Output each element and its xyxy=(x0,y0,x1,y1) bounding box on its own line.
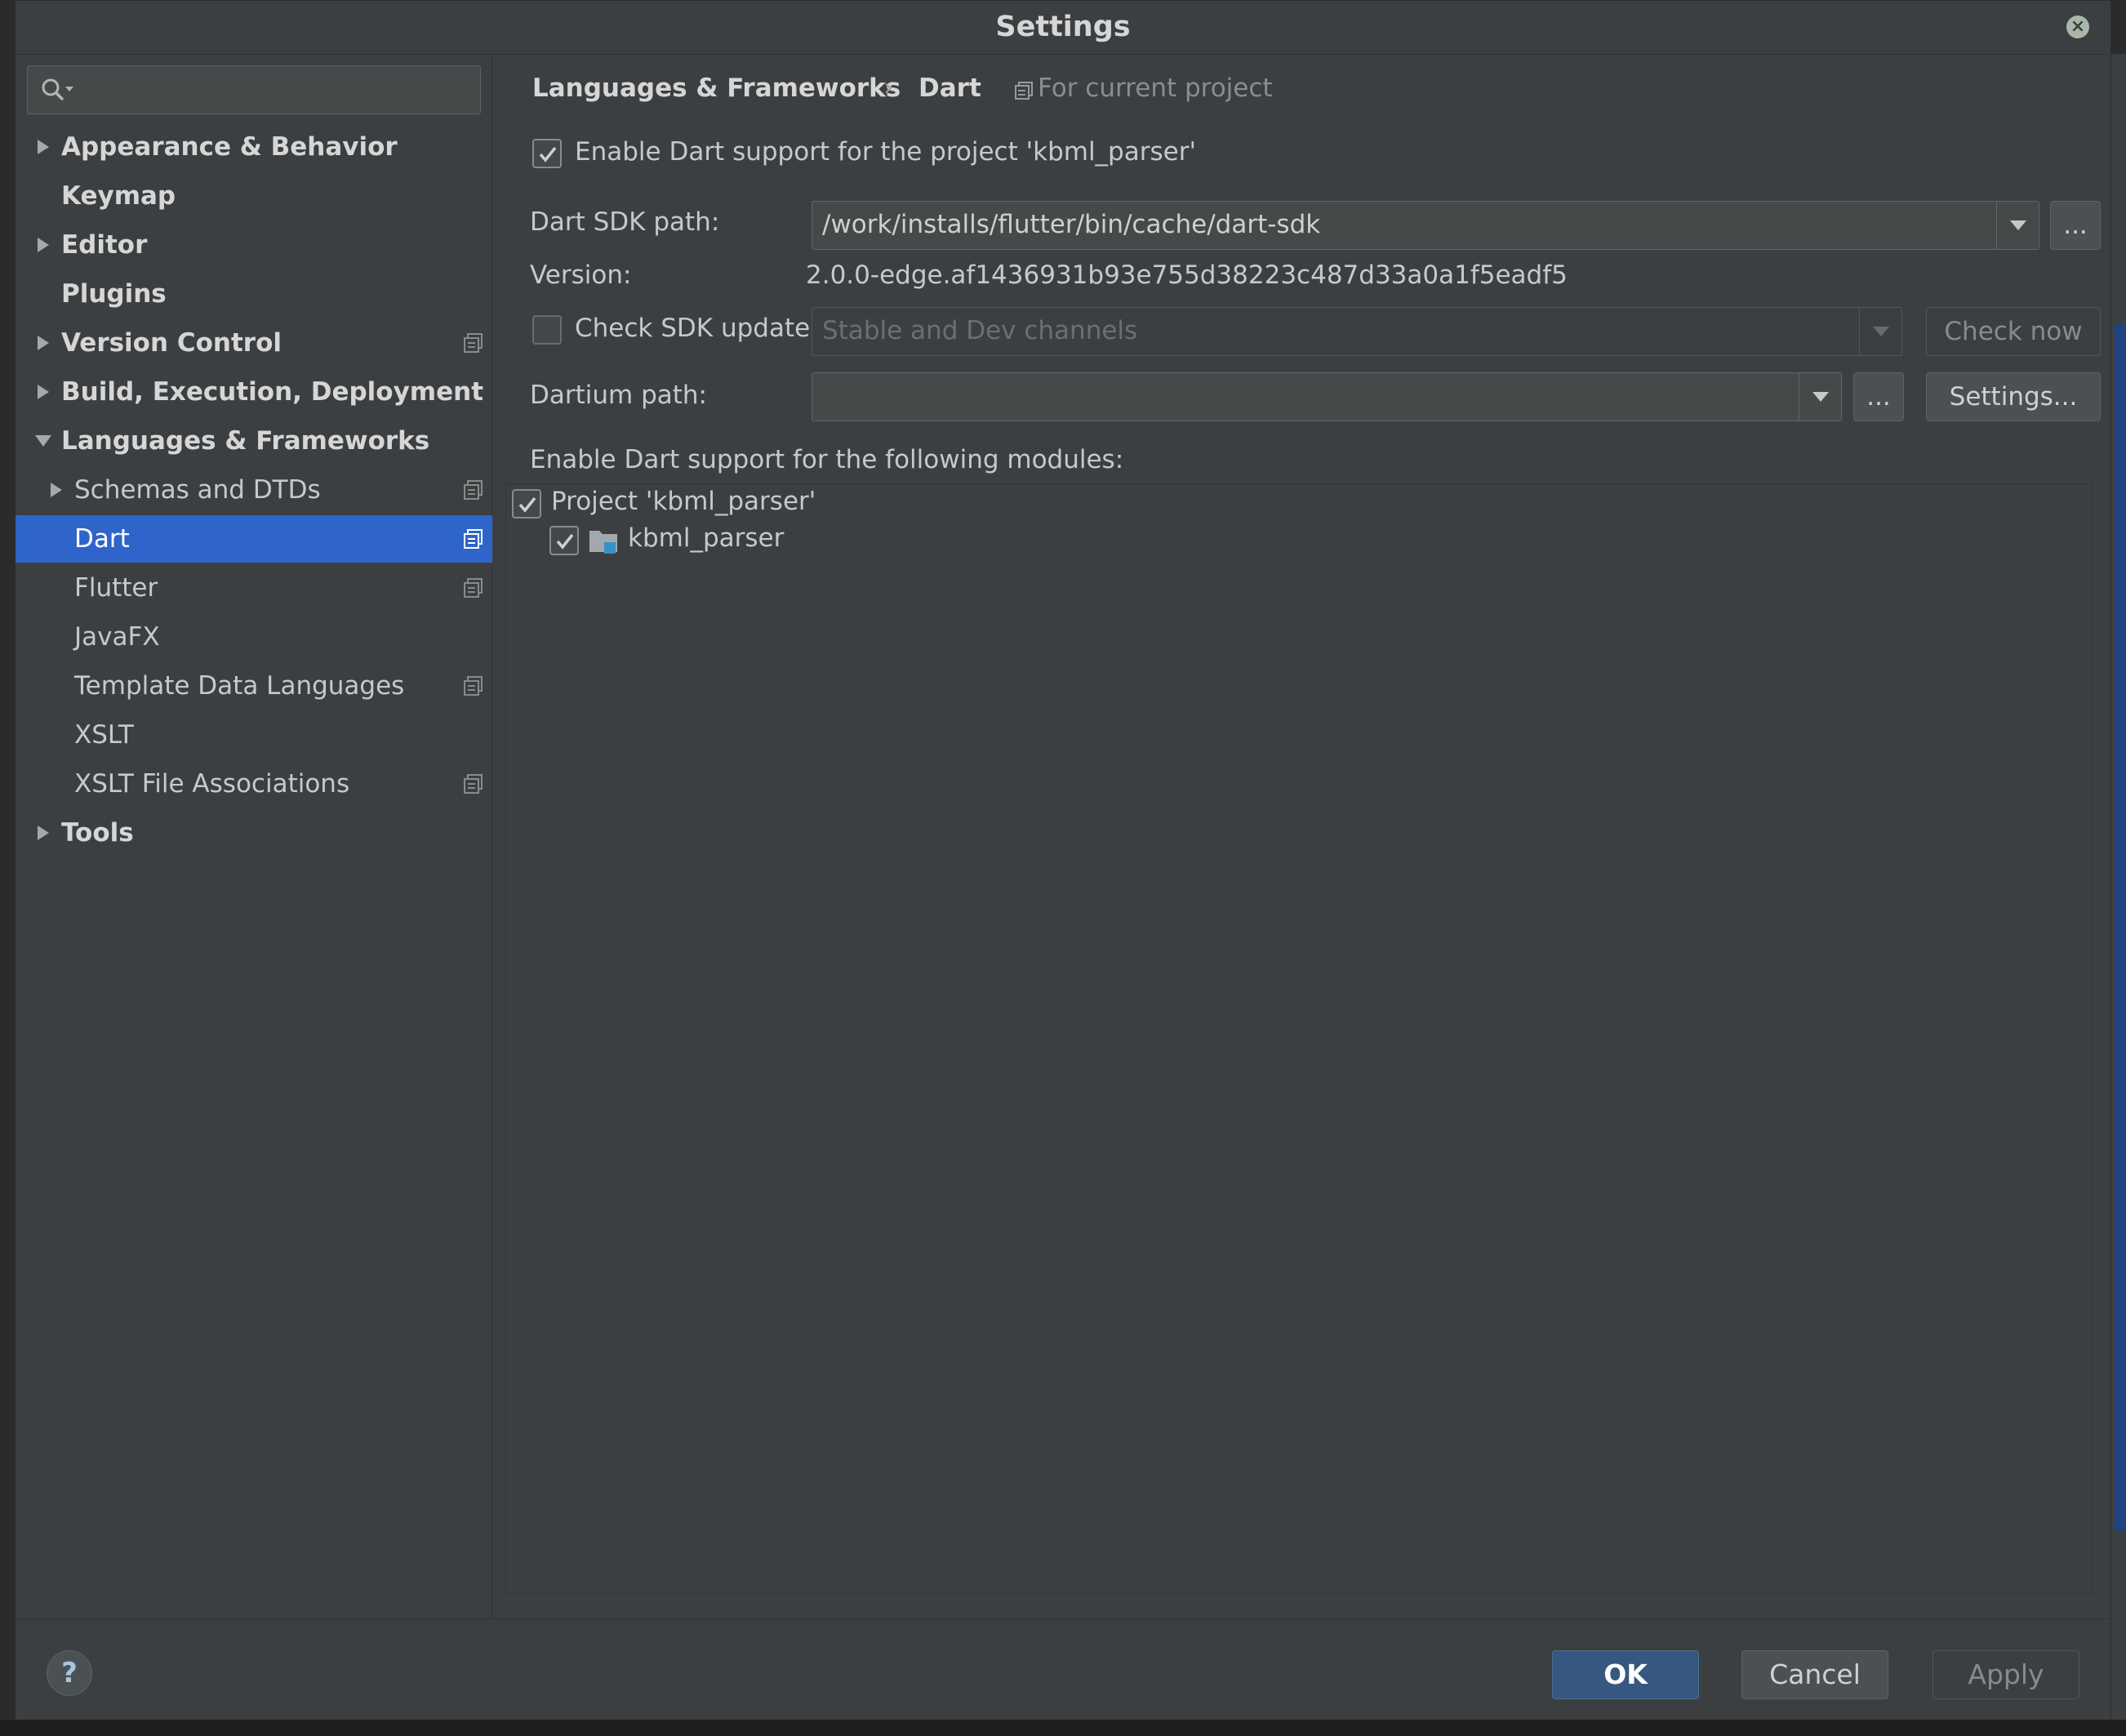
dartium-path-label: Dartium path: xyxy=(530,381,707,410)
enable-dart-label[interactable]: Enable Dart support for the project 'kbm… xyxy=(575,137,1196,167)
modules-section-label: Enable Dart support for the following mo… xyxy=(530,445,1124,474)
sidebar-item-label: Flutter xyxy=(74,573,158,603)
sidebar-item-label: Editor xyxy=(61,230,148,260)
expand-arrow-icon[interactable] xyxy=(33,123,53,171)
sidebar-item-flutter[interactable]: Flutter xyxy=(16,564,492,612)
settings-search-field[interactable] xyxy=(27,65,481,114)
close-button[interactable]: × xyxy=(2066,16,2089,38)
update-channel-value: Stable and Dev channels xyxy=(822,316,1138,345)
breadcrumb-separator-icon: › xyxy=(883,73,893,102)
sidebar-item-editor[interactable]: Editor xyxy=(16,221,492,269)
settings-sidebar: Appearance & Behavior Keymap Editor Plug… xyxy=(16,56,492,1618)
sidebar-item-label: XSLT xyxy=(74,720,134,750)
dropdown-arrow-icon[interactable] xyxy=(1996,202,2039,249)
check-now-button[interactable]: Check now xyxy=(1926,307,2101,356)
sidebar-item-label: Template Data Languages xyxy=(74,671,405,701)
sidebar-item-keymap[interactable]: Keymap xyxy=(16,172,492,220)
project-scope-icon xyxy=(464,480,483,500)
sidebar-item-schemas-dtds[interactable]: Schemas and DTDs xyxy=(16,466,492,514)
settings-dialog: Settings × Appearance & Behavior Keymap … xyxy=(15,0,2111,1720)
module-label-project[interactable]: Project 'kbml_parser' xyxy=(551,487,816,516)
checkmark-icon xyxy=(556,533,574,550)
expand-arrow-icon[interactable] xyxy=(33,221,53,269)
expand-arrow-icon[interactable] xyxy=(33,319,53,367)
dartium-settings-button[interactable]: Settings... xyxy=(1926,372,2101,421)
sidebar-item-appearance-behavior[interactable]: Appearance & Behavior xyxy=(16,123,492,171)
checkmark-icon xyxy=(539,146,557,162)
sdk-browse-button[interactable]: ... xyxy=(2050,201,2101,250)
dropdown-arrow-icon[interactable] xyxy=(1799,373,1841,421)
version-label: Version: xyxy=(530,260,632,290)
sidebar-item-dart[interactable]: Dart xyxy=(16,515,492,563)
sdk-path-value: /work/installs/flutter/bin/cache/dart-sd… xyxy=(822,210,1321,239)
sidebar-item-label: Tools xyxy=(61,818,134,848)
project-scope-icon xyxy=(1015,82,1033,100)
scope-label: For current project xyxy=(1038,73,1273,103)
sidebar-item-plugins[interactable]: Plugins xyxy=(16,270,492,318)
expand-arrow-icon[interactable] xyxy=(47,466,66,514)
check-sdk-update-checkbox[interactable] xyxy=(532,315,562,345)
sidebar-item-xslt[interactable]: XSLT xyxy=(16,711,492,759)
update-channel-select[interactable]: Stable and Dev channels xyxy=(812,307,1902,356)
project-scope-icon xyxy=(464,774,483,794)
project-scope-icon xyxy=(464,578,483,598)
project-scope-icon xyxy=(464,529,483,549)
apply-button[interactable]: Apply xyxy=(1933,1650,2079,1699)
dropdown-arrow-icon[interactable] xyxy=(1859,308,1901,355)
title-bar: Settings × xyxy=(16,1,2110,55)
checkmark-icon xyxy=(518,496,536,513)
module-label-kbml-parser[interactable]: kbml_parser xyxy=(628,523,784,553)
system-taskbar xyxy=(0,1720,2126,1736)
module-checkbox-project[interactable] xyxy=(512,489,541,519)
dialog-footer: ? OK Cancel Apply xyxy=(16,1618,2110,1720)
collapse-arrow-icon[interactable] xyxy=(33,417,53,465)
sidebar-item-label: Plugins xyxy=(61,279,167,309)
sidebar-item-label: Appearance & Behavior xyxy=(61,132,398,162)
sidebar-item-label: JavaFX xyxy=(74,622,160,652)
sidebar-item-javafx[interactable]: JavaFX xyxy=(16,613,492,661)
sidebar-item-label: XSLT File Associations xyxy=(74,769,350,799)
search-icon xyxy=(42,78,73,100)
sidebar-item-label: Languages & Frameworks xyxy=(61,426,430,456)
breadcrumb-parent[interactable]: Languages & Frameworks xyxy=(532,73,901,103)
sidebar-item-tools[interactable]: Tools xyxy=(16,809,492,857)
dart-settings-panel: Languages & Frameworks › Dart For curren… xyxy=(493,56,2112,1618)
sidebar-item-xslt-file-associations[interactable]: XSLT File Associations xyxy=(16,760,492,808)
module-checkbox-kbml-parser[interactable] xyxy=(549,526,579,555)
sidebar-item-label: Build, Execution, Deployment xyxy=(61,377,484,407)
sdk-path-combo[interactable]: /work/installs/flutter/bin/cache/dart-sd… xyxy=(812,201,2039,250)
enable-dart-checkbox[interactable] xyxy=(532,139,562,168)
sidebar-item-label: Keymap xyxy=(61,181,176,211)
ide-selection-strip xyxy=(2115,323,2126,1532)
expand-arrow-icon[interactable] xyxy=(33,368,53,416)
dartium-path-combo[interactable] xyxy=(812,372,1842,421)
help-button[interactable]: ? xyxy=(47,1650,92,1696)
version-value: 2.0.0-edge.af1436931b93e755d38223c487d33… xyxy=(806,260,1568,290)
ide-background-right xyxy=(2110,54,2126,1720)
sidebar-item-label: Version Control xyxy=(61,328,282,358)
sidebar-item-languages-frameworks[interactable]: Languages & Frameworks xyxy=(16,417,492,465)
ok-button[interactable]: OK xyxy=(1552,1650,1699,1699)
sidebar-item-label: Dart xyxy=(74,524,130,554)
dialog-title: Settings xyxy=(995,11,1131,43)
check-sdk-update-label[interactable]: Check SDK update: xyxy=(575,314,819,343)
breadcrumb-current: Dart xyxy=(918,73,981,103)
close-icon: × xyxy=(2070,16,2086,37)
cancel-button[interactable]: Cancel xyxy=(1741,1650,1888,1699)
dartium-browse-button[interactable]: ... xyxy=(1853,372,1904,421)
sidebar-item-template-data-languages[interactable]: Template Data Languages xyxy=(16,662,492,710)
sidebar-item-label: Schemas and DTDs xyxy=(74,475,321,505)
project-scope-icon xyxy=(464,333,483,353)
expand-arrow-icon[interactable] xyxy=(33,809,53,857)
sidebar-item-build-execution-deployment[interactable]: Build, Execution, Deployment xyxy=(16,368,492,416)
sidebar-item-version-control[interactable]: Version Control xyxy=(16,319,492,367)
ide-background-left xyxy=(0,54,16,1720)
project-scope-icon xyxy=(464,676,483,696)
sdk-path-label: Dart SDK path: xyxy=(530,207,720,237)
module-folder-icon xyxy=(589,531,617,554)
modules-tree: Project 'kbml_parser' kbml_parser xyxy=(505,483,2093,1594)
